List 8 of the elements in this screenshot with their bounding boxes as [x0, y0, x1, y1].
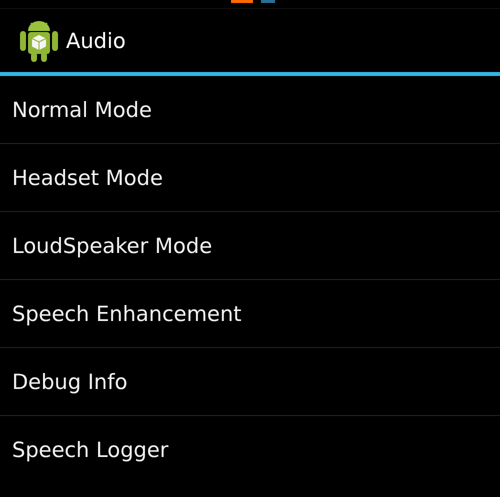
menu-item[interactable]: Speech Logger	[0, 416, 500, 484]
screen-title: Audio	[66, 28, 126, 52]
menu-item[interactable]: Headset Mode	[0, 144, 500, 212]
android-robot-icon	[20, 18, 58, 62]
menu-item[interactable]: Normal Mode	[0, 76, 500, 144]
menu-item[interactable]: LoudSpeaker Mode	[0, 212, 500, 280]
menu-item[interactable]: Speech Enhancement	[0, 280, 500, 348]
menu-item[interactable]: Debug Info	[0, 348, 500, 416]
